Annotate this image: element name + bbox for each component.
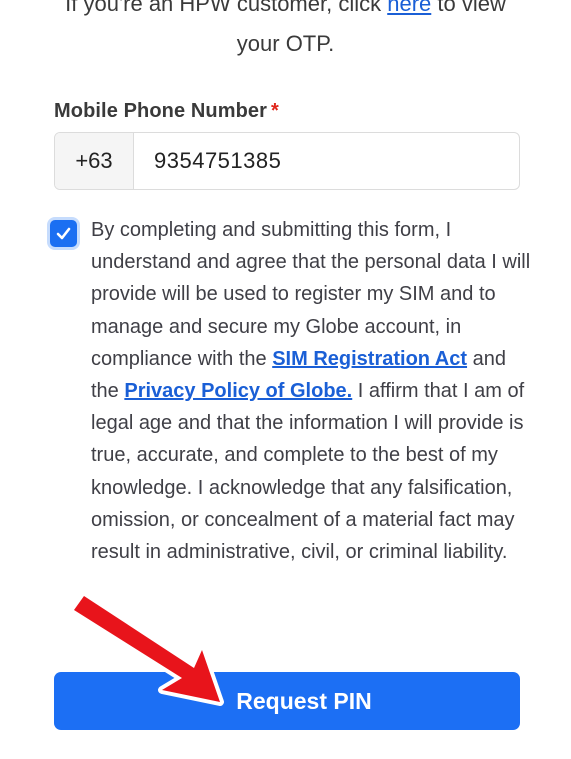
hpw-otp-link[interactable]: here xyxy=(387,0,431,16)
checkmark-icon xyxy=(56,227,71,240)
mobile-phone-input[interactable] xyxy=(134,133,519,189)
consent-text: By completing and submitting this form, … xyxy=(91,219,531,564)
required-asterisk: * xyxy=(271,100,279,122)
mobile-phone-field: +63 xyxy=(54,132,520,190)
intro-line-2: your OTP. xyxy=(236,31,335,56)
consent-checkbox[interactable] xyxy=(50,220,77,247)
country-code-prefix: +63 xyxy=(55,133,134,189)
mobile-phone-label: Mobile Phone Number * xyxy=(54,100,279,122)
request-pin-button[interactable]: Request PIN xyxy=(54,672,520,730)
intro-text: If you're an HPW customer, click here to… xyxy=(0,0,571,64)
privacy-policy-link[interactable]: Privacy Policy of Globe. xyxy=(124,380,352,402)
sim-registration-act-link[interactable]: SIM Registration Act xyxy=(272,348,467,370)
intro-line-1: If you're an HPW customer, click here to… xyxy=(0,0,571,24)
